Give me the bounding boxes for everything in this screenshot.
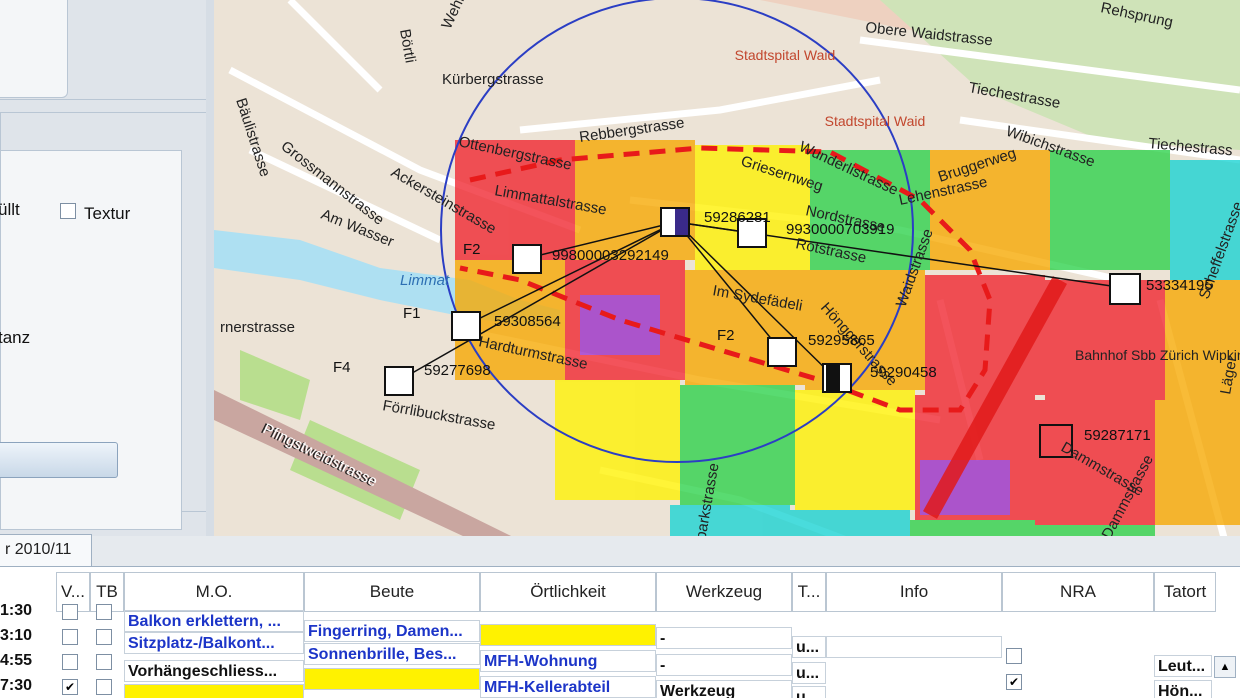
texture-option-label: Textur (84, 204, 131, 223)
oertlichkeit-cell[interactable]: MFH-Wohnung (480, 650, 656, 672)
station-label: Bahnhof Sbb Zürich Wipkingen (1075, 347, 1240, 363)
case-marker[interactable] (451, 311, 481, 341)
mo-cell[interactable]: Vorhängeschliess... (124, 660, 304, 682)
tb-checkbox[interactable] (96, 679, 112, 695)
t-cell[interactable]: u... (792, 662, 826, 684)
case-label: F2 (463, 241, 481, 258)
v-checkbox-checked[interactable]: ✔ (62, 679, 78, 695)
nra-checkbox[interactable] (1006, 648, 1022, 664)
case-label: F2 (717, 327, 735, 344)
column-header-info[interactable]: Info (826, 572, 1002, 612)
v-checkbox[interactable] (62, 604, 78, 620)
case-marker-fill (826, 365, 840, 391)
street-label: Kürbergstrasse (442, 71, 544, 88)
v-checkbox[interactable] (62, 654, 78, 670)
t-cell[interactable]: u... (792, 686, 826, 698)
case-id: 59308564 (494, 313, 561, 330)
poi-label: Stadtspital Waid (735, 47, 836, 63)
tb-checkbox[interactable] (96, 604, 112, 620)
case-id: 9930000703919 (786, 221, 894, 238)
crime-map[interactable]: Börtli Wehrlisteig Kürbergstrasse Obere … (214, 0, 1240, 572)
tb-checkbox[interactable] (96, 629, 112, 645)
tab-strip (0, 536, 1240, 566)
mo-cell[interactable]: Sitzplatz-/Balkont... (124, 632, 304, 654)
case-marker[interactable] (512, 244, 542, 274)
case-label: F1 (403, 305, 421, 322)
column-header-mo[interactable]: M.O. (124, 572, 304, 612)
tb-checkbox[interactable] (96, 654, 112, 670)
column-header-tatort[interactable]: Tatort (1154, 572, 1216, 612)
case-id: 53334195 (1146, 277, 1213, 294)
nra-checkbox-checked[interactable]: ✔ (1006, 674, 1022, 690)
beute-cell[interactable]: Sonnenbrille, Bes... (304, 643, 480, 665)
column-header-t[interactable]: T... (792, 572, 826, 612)
street-label: rnerstrasse (220, 319, 295, 336)
distance-option-label: tanz (0, 328, 31, 347)
column-header-werkzeug[interactable]: Werkzeug (656, 572, 792, 612)
column-header-beute[interactable]: Beute (304, 572, 480, 612)
case-marker-fill (675, 209, 688, 235)
case-id: 59286281 (704, 209, 771, 226)
tatort-cell[interactable]: Leut... (1154, 655, 1212, 677)
apply-button[interactable] (0, 442, 118, 478)
tatort-cell[interactable]: Hön... (1154, 680, 1212, 698)
row-time: 7:30 (0, 677, 33, 694)
scroll-up-arrow-icon[interactable]: ▲ (1214, 656, 1236, 678)
poi-label: Stadtspital Waid (825, 113, 926, 129)
case-id: 99800003292149 (552, 247, 669, 264)
case-marker[interactable] (384, 366, 414, 396)
t-cell[interactable]: u... (792, 636, 826, 658)
v-checkbox[interactable] (62, 629, 78, 645)
oertlichkeit-cell[interactable]: MFH-Kellerabteil (480, 676, 656, 698)
case-label: F4 (333, 359, 351, 376)
case-marker[interactable] (767, 337, 797, 367)
case-id: 59290458 (870, 364, 937, 381)
column-header-nra[interactable]: NRA (1002, 572, 1154, 612)
column-header-oertlichkeit[interactable]: Örtlichkeit (480, 572, 656, 612)
beute-cell[interactable]: Fingerring, Damen... (304, 620, 480, 642)
row-time: 4:55 (0, 652, 33, 669)
river-label: Limmat (400, 272, 450, 289)
werkzeug-cell[interactable]: - (656, 627, 792, 649)
beute-cell[interactable] (304, 668, 480, 690)
fill-option-label: üllt (0, 200, 20, 219)
case-id: 59295865 (808, 332, 875, 349)
werkzeug-cell[interactable]: - (656, 654, 792, 676)
case-id: 59287171 (1084, 427, 1151, 444)
mo-cell[interactable]: Balkon erklettern, ... (124, 610, 304, 632)
row-time: 1:30 (0, 602, 33, 619)
row-time: 3:10 (0, 627, 33, 644)
layer-settings-panel: üllt Textur tanz (0, 0, 232, 540)
info-cell[interactable] (826, 636, 1002, 658)
oertlichkeit-cell[interactable] (480, 624, 656, 646)
case-marker[interactable] (1109, 273, 1141, 305)
tab-period[interactable]: r 2010/11 (0, 534, 92, 566)
case-id: 59277698 (424, 362, 491, 379)
mo-cell[interactable] (124, 684, 304, 698)
panel-frame (0, 0, 222, 100)
werkzeug-cell[interactable]: Werkzeug (656, 680, 792, 698)
texture-checkbox[interactable] (60, 203, 76, 219)
